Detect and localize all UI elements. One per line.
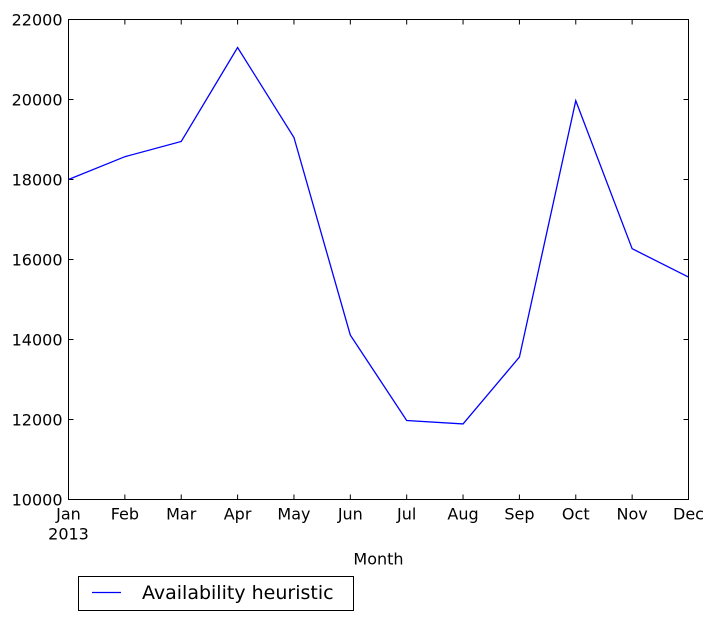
x-tick-label: Mar <box>166 505 197 524</box>
x-axis-label: Month <box>353 550 403 569</box>
y-tick-label: 20000 <box>12 91 63 110</box>
y-tick-label: 10000 <box>12 491 63 510</box>
y-tick-label: 12000 <box>12 411 63 430</box>
series-group <box>68 46 689 425</box>
x-tick-label: Nov <box>617 505 648 524</box>
line-chart: 10000 12000 14000 16000 18000 20000 22000 Jan F… <box>12 11 704 611</box>
x-axis-ticks: Jan Feb Mar Apr May Jun Jul Aug Sep Oct Nov Dec 2013 <box>48 19 704 544</box>
x-tick-label: May <box>277 505 310 524</box>
legend-label-availability-heuristic: Availability heuristic <box>142 582 334 604</box>
x-tick-label: Aug <box>447 505 478 524</box>
x-tick-sublabel-year: 2013 <box>48 525 89 544</box>
x-tick-label: Jul <box>396 505 416 524</box>
y-tick-label: 14000 <box>12 331 63 350</box>
y-tick-label: 22000 <box>12 11 63 30</box>
x-tick-label: Feb <box>111 505 139 524</box>
x-tick-label: Apr <box>224 505 252 524</box>
x-tick-label: Jan <box>55 505 81 524</box>
plot-frame <box>68 19 689 500</box>
x-tick-label: Dec <box>673 505 704 524</box>
y-axis-ticks: 10000 12000 14000 16000 18000 20000 22000 <box>12 11 689 510</box>
y-tick-label: 18000 <box>12 171 63 190</box>
series-line-availability-heuristic <box>68 46 689 425</box>
x-tick-label: Jun <box>337 505 363 524</box>
x-tick-label: Sep <box>504 505 534 524</box>
x-tick-label: Oct <box>562 505 590 524</box>
y-tick-label: 16000 <box>12 251 63 270</box>
legend: Availability heuristic <box>78 576 354 611</box>
